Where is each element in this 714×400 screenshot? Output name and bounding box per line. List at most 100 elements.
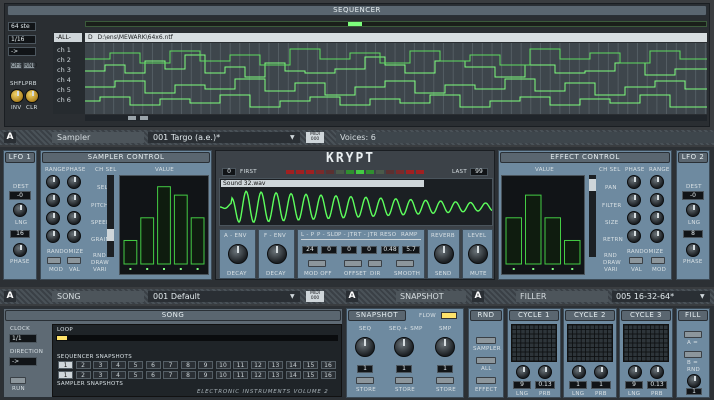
value-bar[interactable]	[190, 217, 205, 265]
effect-range-knob-1[interactable]	[650, 175, 664, 189]
loop-bar[interactable]	[56, 335, 338, 341]
phase-knob-3[interactable]	[67, 211, 81, 225]
effect-phase-knob-2[interactable]	[627, 193, 641, 207]
dir-button[interactable]	[368, 260, 382, 267]
smp-snapshot-slot[interactable]: 13	[268, 371, 283, 379]
f-env-decay-knob[interactable]	[267, 244, 287, 264]
rnd-button[interactable]: RND	[23, 62, 37, 69]
smp-snapshot-slot[interactable]: 6	[145, 371, 161, 379]
mod-off-button[interactable]	[308, 260, 326, 267]
value-bar[interactable]	[544, 217, 561, 265]
lfo1-phase-knob[interactable]	[13, 243, 27, 257]
smooth-button[interactable]	[396, 260, 414, 267]
effect-phase-knob-3[interactable]	[627, 211, 641, 225]
seq-snapshot-slot[interactable]: 9	[198, 361, 213, 369]
smp-snapshot-slot[interactable]: 9	[198, 371, 213, 379]
seq-snapshot-slot[interactable]: 11	[233, 361, 248, 369]
steps-select[interactable]: 64 ste	[8, 22, 36, 31]
effect-phase-knob-1[interactable]	[627, 175, 641, 189]
value-bar[interactable]	[157, 186, 171, 265]
cycle-grid[interactable]	[567, 324, 613, 362]
fill-value[interactable]: 1	[686, 388, 702, 395]
channel-5[interactable]: ch 5	[57, 86, 71, 94]
cycle-grid[interactable]	[623, 324, 669, 362]
rnd-all-button[interactable]	[476, 357, 496, 364]
cycle-lng-value[interactable]: 9	[625, 381, 643, 389]
channel-all[interactable]: -ALL-	[54, 33, 82, 42]
smp-snapshot-slot[interactable]: 16	[320, 371, 336, 379]
song-a-button[interactable]: A	[4, 291, 16, 302]
param-value-1[interactable]: 0	[321, 246, 337, 254]
smp-snapshot-slot[interactable]: 5	[128, 371, 143, 379]
direction-select[interactable]: ->	[9, 357, 37, 366]
rate-select[interactable]: 1/16	[8, 35, 36, 44]
phase-knob-1[interactable]	[67, 175, 81, 189]
last-value[interactable]: 99	[470, 168, 488, 176]
lfo1-lng-knob[interactable]	[13, 203, 27, 217]
cycle-lng-value[interactable]: 9	[513, 381, 531, 389]
range-knob-1[interactable]	[46, 175, 60, 189]
seq-snapshot-slot[interactable]: 16	[320, 361, 336, 369]
value-bar[interactable]	[564, 239, 581, 265]
seq-knob[interactable]	[355, 337, 375, 357]
param-value-0[interactable]: 24	[302, 246, 318, 254]
effect-randomize-mod-button[interactable]	[651, 257, 665, 264]
first-value[interactable]: 0	[222, 168, 236, 176]
smp-snapshot-slot[interactable]: 7	[163, 371, 178, 379]
randomize-mod-button[interactable]	[47, 257, 61, 264]
seq-snapshot-slot[interactable]: 1	[58, 361, 73, 369]
smp-snapshot-slot[interactable]: 3	[93, 371, 108, 379]
sequencer-bottom-scroll[interactable]	[85, 115, 707, 121]
seq-snapshot-slot[interactable]: 3	[93, 361, 108, 369]
phase-knob-2[interactable]	[67, 193, 81, 207]
seq-smp-value[interactable]: 1	[396, 365, 412, 373]
param-value-2[interactable]: 0	[341, 246, 357, 254]
effect-range-knob-2[interactable]	[650, 193, 664, 207]
lfo1-lng-value[interactable]: 16	[10, 230, 30, 238]
channel-3[interactable]: ch 3	[57, 66, 71, 74]
cycle-prb-value[interactable]: 1	[591, 381, 611, 389]
lfo1-dest-select[interactable]: -0	[9, 191, 31, 200]
value-bar[interactable]	[505, 217, 522, 265]
range-knob-4[interactable]	[46, 229, 60, 243]
seq-snapshot-slot[interactable]: 15	[303, 361, 318, 369]
smp-snapshot-slot[interactable]: 12	[250, 371, 266, 379]
cycle-grid[interactable]	[511, 324, 557, 362]
phase-knob-4[interactable]	[67, 229, 81, 243]
lfo2-dest-select[interactable]: -0	[682, 191, 704, 200]
sampler-preset-select[interactable]: 001 Targo (a.e.)*	[148, 132, 300, 143]
off-button[interactable]: OFF	[10, 62, 23, 69]
value-bar[interactable]	[173, 194, 188, 265]
run-button[interactable]	[10, 377, 26, 384]
rnd-sampler-button[interactable]	[476, 337, 496, 344]
randomize-val-button[interactable]	[67, 257, 81, 264]
prb-knob[interactable]	[25, 89, 39, 103]
cycle-lng-knob[interactable]	[628, 365, 642, 379]
reverb-send-knob[interactable]	[434, 244, 454, 264]
sampler-a-button[interactable]: A	[4, 132, 16, 143]
seq-smp-knob[interactable]	[394, 337, 414, 357]
flow-indicator[interactable]	[441, 312, 457, 319]
filler-preset-dropdown-icon[interactable]: ▼	[700, 293, 705, 300]
range-knob-2[interactable]	[46, 193, 60, 207]
effect-phase-knob-4[interactable]	[627, 229, 641, 243]
effect-range-knob-4[interactable]	[650, 229, 664, 243]
smp-snapshot-slot[interactable]: 2	[75, 371, 91, 379]
smp-value[interactable]: 1	[437, 365, 453, 373]
offset-button[interactable]	[344, 260, 362, 267]
arrow-select[interactable]: ->	[8, 47, 36, 56]
sequencer-scroll-bar[interactable]	[85, 21, 707, 27]
seq-snapshot-slot[interactable]: 6	[145, 361, 161, 369]
seq-snapshot-slot[interactable]: 7	[163, 361, 178, 369]
lfo2-lng-value[interactable]: 8	[683, 230, 703, 238]
smp-knob[interactable]	[435, 337, 455, 357]
cycle-lng-knob[interactable]	[516, 365, 530, 379]
ch-sel-slider[interactable]	[107, 175, 114, 257]
seq-snapshot-slot[interactable]: 4	[110, 361, 126, 369]
value-bar[interactable]	[140, 217, 155, 265]
value-bar[interactable]	[525, 194, 542, 265]
channel-2[interactable]: ch 2	[57, 56, 71, 64]
seq-snapshot-slot[interactable]: 12	[250, 361, 266, 369]
cycle-prb-knob[interactable]	[594, 365, 608, 379]
cycle-prb-value[interactable]: 0.13	[647, 381, 667, 389]
